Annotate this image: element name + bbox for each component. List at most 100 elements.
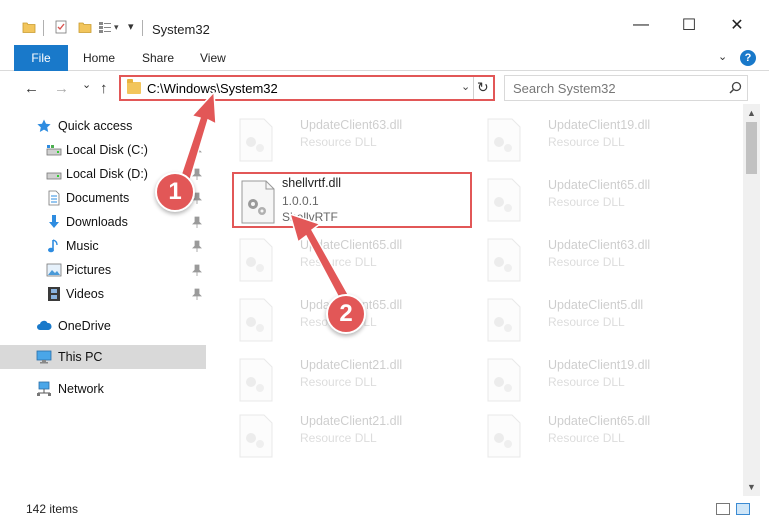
file-name: shellvrtf.dll (282, 176, 342, 190)
dll-file-icon (239, 358, 273, 402)
details-view-icon[interactable] (716, 503, 730, 515)
new-folder-icon[interactable] (78, 20, 92, 34)
file-item[interactable]: UpdateClient21.dll Resource DLL (232, 408, 472, 464)
file-item[interactable]: UpdateClient19.dll Resource DLL (480, 112, 720, 168)
file-name: UpdateClient65.dll (548, 414, 651, 428)
address-dropdown-icon[interactable]: ⌄ (461, 80, 470, 93)
file-item[interactable]: UpdateClient65.dll Resource DLL (232, 232, 472, 288)
file-name: UpdateClient63.dll (548, 238, 651, 252)
videos-icon (48, 287, 60, 301)
quick-access-toolbar-dropdown-icon[interactable]: ▾ (128, 20, 134, 33)
file-name: UpdateClient21.dll (300, 358, 403, 372)
file-name: UpdateClient65.dll (300, 238, 403, 252)
file-item[interactable]: UpdateClient19.dll Resource DLL (480, 352, 720, 408)
search-box[interactable] (504, 75, 748, 101)
sidebar-item-label: Local Disk (D:) (66, 167, 148, 181)
step-1-badge: 1 (155, 172, 195, 212)
file-description: ShellvRTF (282, 210, 338, 224)
file-description: Resource DLL (300, 135, 377, 149)
divider (142, 20, 143, 36)
dll-file-icon (487, 358, 521, 402)
search-icon[interactable] (729, 81, 742, 94)
expand-ribbon-icon[interactable]: ⌄ (718, 50, 727, 63)
pictures-icon (46, 263, 62, 277)
folder-icon[interactable] (22, 20, 36, 34)
address-bar[interactable]: C:\Windows\System32 ⌄ ↻ (119, 75, 495, 101)
ribbon-tabs: File Home Share View ⌄ ? (0, 44, 769, 71)
up-button[interactable]: ↑ (100, 80, 108, 97)
dll-file-icon (239, 414, 273, 458)
sidebar-item-downloads[interactable]: Downloads (0, 210, 206, 234)
sidebar-item-network[interactable]: Network (0, 377, 206, 401)
file-name: UpdateClient21.dll (300, 414, 403, 428)
sidebar-item-onedrive[interactable]: OneDrive (0, 314, 206, 338)
address-path[interactable]: C:\Windows\System32 (147, 81, 278, 96)
customize-icon[interactable] (98, 20, 112, 34)
dll-file-icon (239, 118, 273, 162)
file-description: Resource DLL (548, 431, 625, 445)
file-description: Resource DLL (548, 375, 625, 389)
file-description: Resource DLL (300, 255, 377, 269)
minimize-button[interactable]: — (618, 10, 664, 40)
tab-view[interactable]: View (200, 51, 226, 65)
pin-icon[interactable] (192, 264, 202, 276)
maximize-button[interactable]: ☐ (666, 10, 712, 40)
search-input[interactable] (513, 80, 713, 96)
recent-locations-button[interactable]: ⌄ (82, 78, 91, 91)
tab-share[interactable]: Share (142, 51, 174, 65)
folder-icon (127, 79, 141, 94)
sidebar-item-label: Quick access (58, 119, 133, 133)
sidebar-item-videos[interactable]: Videos (0, 282, 206, 306)
sidebar-item-music[interactable]: Music (0, 234, 206, 258)
refresh-button[interactable]: ↻ (477, 79, 489, 96)
chevron-down-icon[interactable]: ▾ (114, 22, 119, 33)
sidebar-item-label: This PC (58, 350, 103, 364)
large-icons-view-icon[interactable] (736, 503, 750, 515)
forward-button[interactable]: → (54, 80, 69, 97)
pin-icon[interactable] (192, 288, 202, 300)
step-2-badge: 2 (326, 294, 366, 334)
back-button[interactable]: ← (24, 80, 39, 97)
properties-icon[interactable] (54, 20, 68, 34)
scroll-down-icon[interactable]: ▼ (747, 482, 756, 492)
file-item[interactable]: UpdateClient63.dll Resource DLL (232, 112, 472, 168)
dll-file-icon (241, 180, 275, 224)
divider (43, 20, 44, 36)
scrollbar-thumb[interactable] (746, 122, 757, 174)
sidebar-item-this-pc[interactable]: This PC (0, 345, 206, 369)
close-button[interactable]: ✕ (714, 10, 760, 40)
scroll-up-icon[interactable]: ▲ (747, 108, 756, 118)
sidebar-item-quick-access[interactable]: Quick access (0, 114, 206, 138)
sidebar-item-label: Pictures (66, 263, 112, 277)
star-icon (37, 119, 51, 132)
tab-file[interactable]: File (14, 45, 68, 71)
network-icon (37, 381, 51, 396)
dll-file-icon (487, 414, 521, 458)
sidebar-item-local-disk-c[interactable]: Local Disk (C:) (0, 138, 206, 162)
file-description: Resource DLL (548, 195, 625, 209)
tab-home[interactable]: Home (83, 51, 115, 65)
file-name: UpdateClient19.dll (548, 118, 651, 132)
dll-file-icon (487, 118, 521, 162)
file-item[interactable]: UpdateClient21.dll Resource DLL (232, 352, 472, 408)
sidebar-item-label: OneDrive (58, 319, 111, 333)
pin-icon[interactable] (192, 216, 202, 228)
sidebar-item-label: Music (66, 239, 99, 253)
file-item[interactable]: UpdateClient5.dll Resource DLL (480, 292, 720, 348)
help-button[interactable]: ? (740, 50, 756, 66)
title-bar: ▾ ▾ System32 — ☐ ✕ (0, 0, 769, 44)
vertical-scrollbar[interactable]: ▲ ▼ (743, 104, 760, 496)
file-item[interactable]: UpdateClient63.dll Resource DLL (480, 232, 720, 288)
file-name: UpdateClient19.dll (548, 358, 651, 372)
file-description: Resource DLL (300, 431, 377, 445)
pin-icon[interactable] (192, 144, 202, 156)
sidebar-item-pictures[interactable]: Pictures (0, 258, 206, 282)
file-description: Resource DLL (548, 315, 625, 329)
drive-icon (46, 172, 62, 180)
pin-icon[interactable] (192, 168, 202, 180)
dll-file-icon (487, 298, 521, 342)
pin-icon[interactable] (192, 240, 202, 252)
file-item-shellvrtf[interactable]: shellvrtf.dll 1.0.0.1 ShellvRTF (232, 172, 472, 228)
file-item[interactable]: UpdateClient65.dll Resource DLL (480, 172, 720, 228)
file-item[interactable]: UpdateClient65.dll Resource DLL (480, 408, 720, 464)
